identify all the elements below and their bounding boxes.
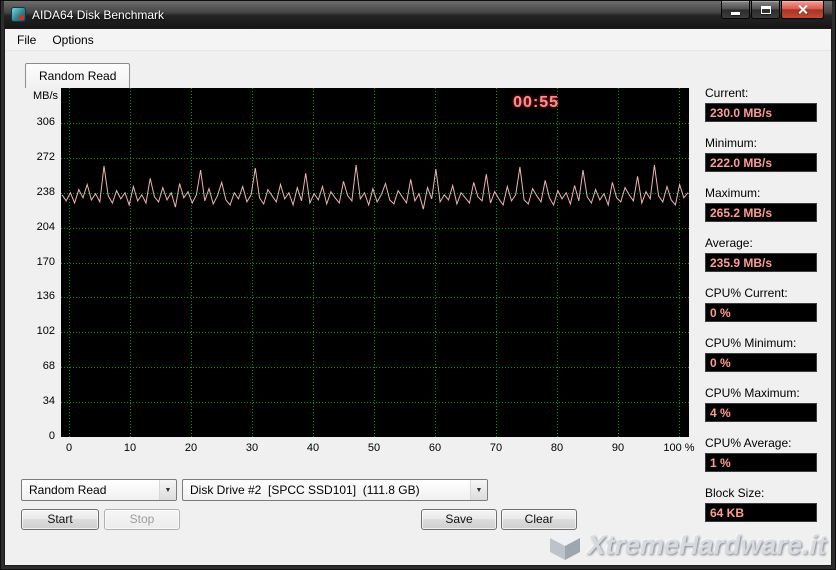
elapsed-timer: 00:55 <box>513 94 559 112</box>
stat-value-box: 64 KB <box>705 503 817 522</box>
stop-button[interactable]: Stop <box>104 509 180 530</box>
y-tick-label: 102 <box>37 325 55 337</box>
stat-label: Current: <box>705 86 817 100</box>
stat-label: Average: <box>705 236 817 250</box>
stat-value-box: 230.0 MB/s <box>705 103 817 122</box>
clear-button[interactable]: Clear <box>501 509 577 530</box>
minimize-button[interactable] <box>721 1 750 19</box>
stat-value-box: 0 % <box>705 303 817 322</box>
stat-value-box: 235.9 MB/s <box>705 253 817 272</box>
menubar: File Options <box>5 29 831 51</box>
y-tick-label: 204 <box>37 221 55 233</box>
stat-cpu-minimum: CPU% Minimum: 0 % <box>705 336 817 372</box>
x-tick-label: 60 <box>429 442 441 454</box>
x-tick-label: 70 <box>490 442 502 454</box>
menu-file[interactable]: File <box>9 30 44 50</box>
chevron-down-icon: ▼ <box>470 480 487 500</box>
watermark-text: XtremeHardware.it <box>587 530 826 561</box>
stat-label: CPU% Current: <box>705 286 817 300</box>
plot-canvas: 00:55 <box>61 88 689 437</box>
stat-value-box: 222.0 MB/s <box>705 153 817 172</box>
start-button[interactable]: Start <box>21 509 99 530</box>
y-tick-label: 306 <box>37 116 55 128</box>
tab-random-read[interactable]: Random Read <box>25 63 130 88</box>
stat-label: CPU% Minimum: <box>705 336 817 350</box>
x-tick-label: 30 <box>246 442 258 454</box>
stat-label: Minimum: <box>705 136 817 150</box>
stat-minimum: Minimum: 222.0 MB/s <box>705 136 817 172</box>
app-window: AIDA64 Disk Benchmark File Options Rando… <box>0 0 836 570</box>
y-tick-label: 170 <box>37 256 55 268</box>
x-tick-label: 0 <box>66 442 72 454</box>
save-button[interactable]: Save <box>421 509 497 530</box>
window-title: AIDA64 Disk Benchmark <box>32 8 164 22</box>
stat-label: Maximum: <box>705 186 817 200</box>
test-type-value: Random Read <box>22 483 159 497</box>
titlebar[interactable]: AIDA64 Disk Benchmark <box>4 1 832 28</box>
stat-label: CPU% Maximum: <box>705 386 817 400</box>
y-axis: MB/s 30627223820417013610268340 <box>29 88 61 437</box>
maximize-icon <box>761 6 771 14</box>
maximize-button[interactable] <box>751 1 780 19</box>
x-tick-label: 100 % <box>663 442 694 454</box>
benchmark-chart <box>61 88 689 437</box>
close-button[interactable] <box>781 1 824 19</box>
stat-label: Block Size: <box>705 486 817 500</box>
chart-area: MB/s 306 272 238 204 170 136 102 68 34 0 00:55 0 1… <box>29 88 689 464</box>
close-icon <box>797 4 808 15</box>
stat-cpu-current: CPU% Current: 0 % <box>705 286 817 322</box>
drive-select[interactable]: Disk Drive #2 [SPCC SSD101] (111.8 GB) ▼ <box>182 479 488 501</box>
stat-maximum: Maximum: 265.2 MB/s <box>705 186 817 222</box>
client-area: File Options Random Read MB/s 306 272 238 2… <box>4 28 832 566</box>
minimize-icon <box>731 12 740 15</box>
x-axis: 0102030405060708090100 % <box>61 437 689 463</box>
x-tick-label: 50 <box>368 442 380 454</box>
stat-value-box: 1 % <box>705 453 817 472</box>
test-type-select[interactable]: Random Read ▼ <box>21 479 177 501</box>
y-tick-label: 272 <box>37 151 55 163</box>
y-tick-label: 0 <box>49 430 55 442</box>
stat-value-box: 265.2 MB/s <box>705 203 817 222</box>
y-tick-label: 34 <box>43 395 55 407</box>
stat-value-box: 0 % <box>705 353 817 372</box>
x-tick-label: 40 <box>307 442 319 454</box>
stat-average: Average: 235.9 MB/s <box>705 236 817 272</box>
chevron-down-icon: ▼ <box>159 480 176 500</box>
stat-current: Current: 230.0 MB/s <box>705 86 817 122</box>
y-tick-label: 238 <box>37 186 55 198</box>
x-tick-label: 20 <box>185 442 197 454</box>
drive-select-value: Disk Drive #2 [SPCC SSD101] (111.8 GB) <box>183 483 470 497</box>
menu-options[interactable]: Options <box>44 30 101 50</box>
app-icon <box>11 7 26 22</box>
stat-value-box: 4 % <box>705 403 817 422</box>
stats-panel: Current: 230.0 MB/s Minimum: 222.0 MB/s … <box>705 86 817 536</box>
watermark-cube-icon <box>546 528 584 562</box>
watermark: XtremeHardware.it <box>546 528 826 562</box>
x-tick-label: 90 <box>612 442 624 454</box>
y-tick-label: 68 <box>43 360 55 372</box>
y-axis-unit-label: MB/s <box>33 90 58 102</box>
x-tick-label: 10 <box>124 442 136 454</box>
stat-block-size: Block Size: 64 KB <box>705 486 817 522</box>
caption-buttons <box>720 1 824 19</box>
x-tick-label: 80 <box>551 442 563 454</box>
y-tick-label: 136 <box>37 290 55 302</box>
stat-cpu-average: CPU% Average: 1 % <box>705 436 817 472</box>
stat-cpu-maximum: CPU% Maximum: 4 % <box>705 386 817 422</box>
stat-label: CPU% Average: <box>705 436 817 450</box>
